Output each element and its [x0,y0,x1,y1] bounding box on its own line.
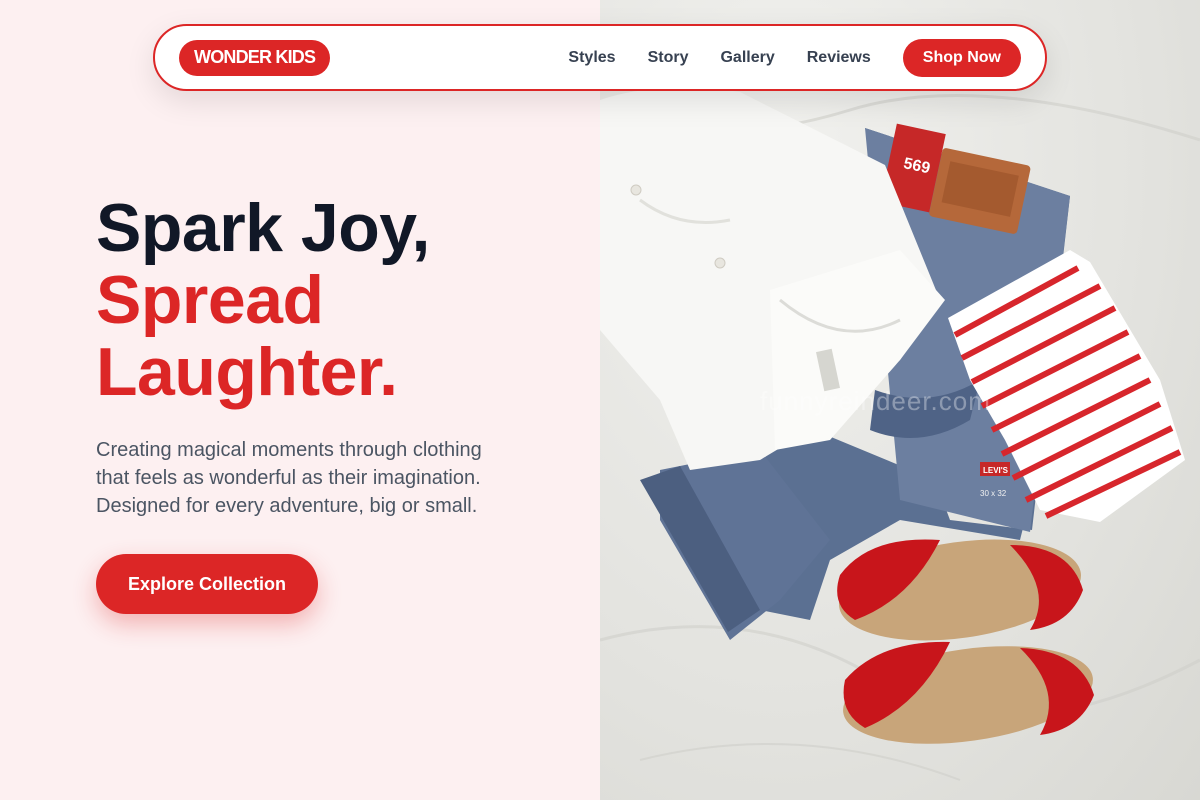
navbar: WONDER KIDS Styles Story Gallery Reviews… [153,24,1047,91]
nav-link-styles[interactable]: Styles [568,49,615,67]
hero-heading-line2: Spread [96,262,324,338]
hero-heading-line3: Laughter. [96,334,398,410]
nav-link-gallery[interactable]: Gallery [720,49,774,67]
watermark: funnyreindeer.com [760,386,991,416]
shop-now-button[interactable]: Shop Now [902,38,1021,77]
red-sandals-illustration [837,539,1094,744]
nav-link-reviews[interactable]: Reviews [807,49,871,67]
hero-heading: Spark Joy, Spread Laughter. [96,192,576,408]
hero-section: Spark Joy, Spread Laughter. Creating mag… [96,192,576,614]
explore-collection-button[interactable]: Explore Collection [96,554,319,614]
hero-heading-line1: Spark Joy, [96,190,430,266]
brand-logo[interactable]: WONDER KIDS [179,39,331,76]
nav-link-story[interactable]: Story [648,49,689,67]
jeans-label: LEVI'S [983,466,1009,475]
nav-links: Styles Story Gallery Reviews Shop Now [568,38,1021,77]
jeans-size: 30 x 32 [980,489,1007,498]
hero-description: Creating magical moments through clothin… [96,439,482,517]
